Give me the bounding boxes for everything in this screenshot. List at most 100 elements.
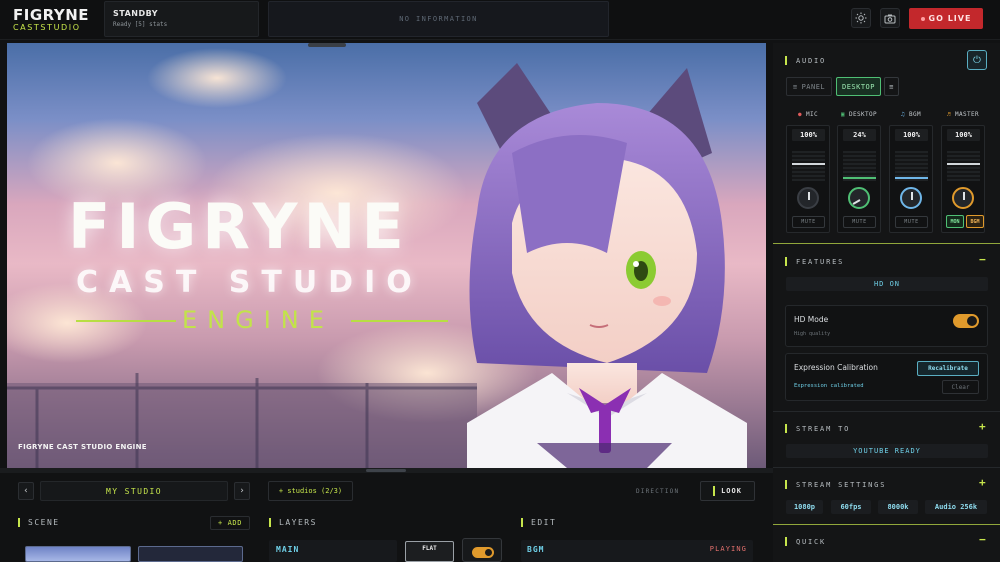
expression-status: Expression calibrated xyxy=(794,383,864,389)
scene-thumbnail[interactable] xyxy=(25,546,131,562)
status-title: STANDBY xyxy=(113,9,159,18)
accent-bar xyxy=(18,518,20,527)
edit-heading: EDIT xyxy=(521,518,556,527)
volume-knob[interactable] xyxy=(848,187,870,209)
channel-name: BGM xyxy=(908,111,922,118)
power-icon: ⏻ xyxy=(973,54,981,66)
hd-mode-toggle[interactable] xyxy=(953,314,979,328)
speaker-icon: ♬ xyxy=(946,111,951,118)
studio-name[interactable]: MY STUDIO xyxy=(40,481,228,501)
stream-to-heading-label: STREAM TO xyxy=(796,424,851,433)
look-button[interactable]: LOOK xyxy=(700,481,755,501)
knob-needle xyxy=(808,192,810,200)
resize-handle[interactable] xyxy=(366,469,406,472)
volume-knob[interactable] xyxy=(900,187,922,209)
prev-studio-button[interactable]: ‹ xyxy=(18,482,34,500)
status-subtitle: Ready [5] stats xyxy=(113,21,168,28)
level-meter xyxy=(895,151,928,181)
overlay-title-main: FIGRYNE xyxy=(68,190,410,263)
stage-scrollbar[interactable] xyxy=(308,43,346,47)
volume-knob[interactable] xyxy=(952,187,974,209)
collapse-icon[interactable]: − xyxy=(979,533,986,546)
layers-heading: LAYERS xyxy=(269,518,317,527)
edit-track-row[interactable]: BGM PLAYING xyxy=(521,540,753,562)
channel-value: 24% xyxy=(843,129,876,141)
level-line xyxy=(843,177,876,179)
overlay-title-engine: ENGINE xyxy=(182,306,334,334)
monitor-button[interactable]: MON xyxy=(946,215,964,228)
camera-icon xyxy=(884,14,896,23)
mute-button[interactable]: MUTE xyxy=(843,216,876,228)
layer-main[interactable]: MAIN xyxy=(269,540,397,562)
knob-needle xyxy=(852,199,861,205)
quick-heading-label: QUICK xyxy=(796,537,827,546)
monitor-icon: ▣ xyxy=(840,111,845,118)
scene-heading: SCENE xyxy=(18,518,60,527)
level-meter xyxy=(792,151,825,181)
level-line xyxy=(947,163,980,165)
channel-name: MIC xyxy=(805,111,819,118)
next-studio-button[interactable]: › xyxy=(234,482,250,500)
hd-mode-subtitle: High quality xyxy=(794,331,831,337)
stat-bitrate: 8000k xyxy=(878,500,918,514)
flat-button[interactable]: FLAT xyxy=(405,541,454,562)
collapse-icon[interactable]: − xyxy=(979,253,986,266)
status-panel: STANDBY Ready [5] stats xyxy=(104,1,259,37)
expression-title: Expression Calibration xyxy=(794,363,878,372)
brightness-button[interactable] xyxy=(851,8,871,28)
accent-bar xyxy=(785,537,787,546)
scene-thumbnail[interactable] xyxy=(138,546,243,562)
audio-tab-panel[interactable]: ≡ PANEL xyxy=(786,77,832,96)
accent-bar xyxy=(785,257,787,266)
hd-mode-title: HD Mode xyxy=(794,315,829,324)
features-heading: FEATURES xyxy=(785,257,844,266)
audio-tab-panel-label: PANEL xyxy=(801,82,826,91)
mic-icon: ● xyxy=(797,111,802,118)
add-studio-button[interactable]: + studios (2/3) xyxy=(268,481,353,501)
accent-bar xyxy=(521,518,523,527)
brand-logo: FIGRYNE CASTSTUDIO xyxy=(13,7,93,33)
go-live-button[interactable]: GO LIVE xyxy=(909,8,983,29)
layer-visibility-toggle[interactable] xyxy=(472,547,494,558)
section-divider xyxy=(773,411,1000,412)
clear-button[interactable]: Clear xyxy=(942,380,979,394)
quick-heading: QUICK xyxy=(785,537,826,546)
overlay-title-sub: CAST STUDIO xyxy=(76,265,423,300)
camera-button[interactable] xyxy=(880,8,900,28)
expand-icon[interactable]: + xyxy=(979,476,986,489)
stat-fps: 60fps xyxy=(831,500,871,514)
channel-value: 100% xyxy=(792,129,825,141)
recalibrate-button[interactable]: Recalibrate xyxy=(917,361,979,376)
go-live-label: GO LIVE xyxy=(928,14,972,23)
mute-button[interactable]: MUTE xyxy=(792,216,825,228)
channel-name: DESKTOP xyxy=(848,111,878,118)
bgm-monitor-button[interactable]: BGM xyxy=(966,215,984,228)
brand-name: FIGRYNE xyxy=(13,6,90,24)
level-meter xyxy=(843,151,876,181)
direction-label: DIRECTION xyxy=(636,488,680,495)
stream-to-heading: STREAM TO xyxy=(785,424,850,433)
channel-value: 100% xyxy=(947,129,980,141)
accent-bar xyxy=(785,480,787,489)
stage-caption: FIGRYNE CAST STUDIO ENGINE xyxy=(18,443,147,451)
app-root: FIGRYNE CASTSTUDIO STANDBY Ready [5] sta… xyxy=(0,0,1000,562)
channel-desktop-label: ▣ DESKTOP xyxy=(833,111,885,118)
accent-bar xyxy=(269,518,271,527)
stat-audio: Audio 256k xyxy=(925,500,987,514)
knob-needle xyxy=(911,192,913,200)
expand-icon[interactable]: + xyxy=(979,420,986,433)
audio-tab-desktop[interactable]: DESKTOP xyxy=(836,77,881,96)
audio-power-button[interactable]: ⏻ xyxy=(967,50,987,70)
section-divider xyxy=(773,524,1000,525)
look-label: LOOK xyxy=(721,487,742,495)
info-panel: NO INFORMATION xyxy=(268,1,609,37)
stream-target: YOUTUBE READY xyxy=(786,444,988,458)
stat-resolution: 1080p xyxy=(786,500,823,514)
channel-bgm: 100% MUTE xyxy=(889,125,933,233)
volume-knob[interactable] xyxy=(797,187,819,209)
audio-settings-button[interactable]: ≡ xyxy=(884,77,899,96)
add-scene-button[interactable]: + ADD xyxy=(210,516,250,530)
mute-button[interactable]: MUTE xyxy=(895,216,928,228)
stream-settings-heading: STREAM SETTINGS xyxy=(785,480,886,489)
section-divider xyxy=(773,467,1000,468)
